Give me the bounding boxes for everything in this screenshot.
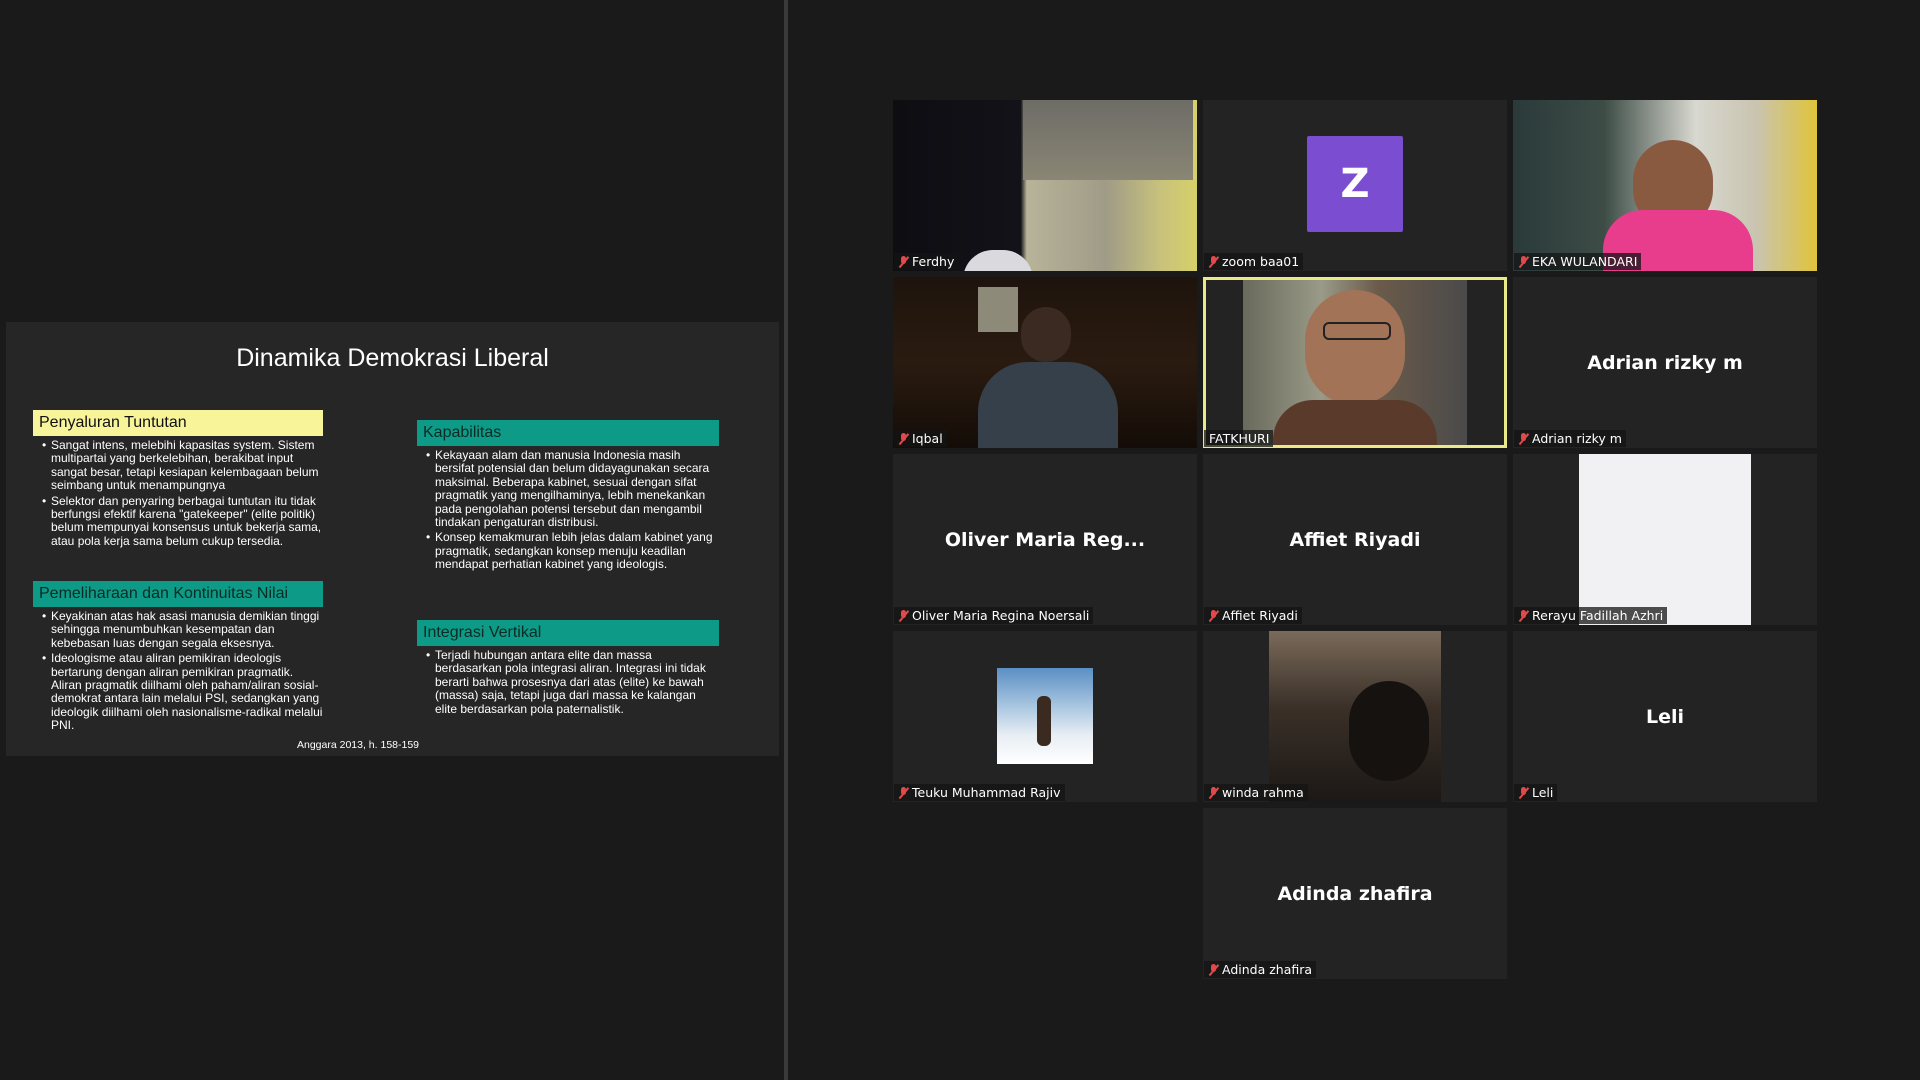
participant-display-name: Adrian rizky m	[1587, 351, 1743, 374]
participant-label: Rerayu Fadillah Azhri	[1514, 607, 1668, 624]
participant-label: Teuku Muhammad Rajiv	[894, 784, 1065, 801]
mic-muted-icon	[1518, 786, 1529, 799]
participant-label: Oliver Maria Regina Noersali	[894, 607, 1094, 624]
shirt-shape	[1273, 400, 1437, 445]
slide-section-pemeliharaan: Pemeliharaan dan Kontinuitas Nilai Keyak…	[33, 581, 323, 735]
participant-tile[interactable]: Adinda zhafira Adinda zhafira	[1203, 808, 1507, 979]
participant-name: Teuku Muhammad Rajiv	[912, 785, 1061, 800]
participant-name: Oliver Maria Regina Noersali	[912, 608, 1090, 623]
mic-muted-icon	[898, 609, 909, 622]
face-shape	[1305, 290, 1405, 405]
shirt-shape	[978, 362, 1118, 448]
bullet: Kekayaan alam dan manusia Indonesia masi…	[426, 448, 719, 529]
mic-muted-icon	[1518, 255, 1529, 268]
participant-label: Leli	[1514, 784, 1558, 801]
section-heading: Pemeliharaan dan Kontinuitas Nilai	[33, 581, 323, 607]
bullet: Keyakinan atas hak asasi manusia demikia…	[42, 609, 323, 650]
participant-name: Ferdhy	[912, 254, 955, 269]
presentation-slide: Dinamika Demokrasi Liberal Penyaluran Tu…	[6, 322, 779, 756]
slide-section-penyaluran: Penyaluran Tuntutan Sangat intens, meleb…	[33, 410, 323, 550]
participant-tile[interactable]: Leli Leli	[1513, 631, 1817, 802]
profile-photo	[997, 668, 1093, 764]
participant-label: FATKHURI	[1204, 430, 1274, 447]
gallery-view: Ferdhy Z zoom baa01 EKA WULANDARI Iqbal …	[788, 0, 1920, 1080]
avatar: Z	[1307, 136, 1403, 232]
participant-label: EKA WULANDARI	[1514, 253, 1642, 270]
mic-muted-icon	[1208, 963, 1219, 976]
bullet: Selektor dan penyaring berbagai tuntutan…	[42, 494, 323, 549]
mic-muted-icon	[1518, 609, 1529, 622]
participant-tile[interactable]: Rerayu Fadillah Azhri	[1513, 454, 1817, 625]
mic-muted-icon	[1208, 786, 1219, 799]
video-feed	[893, 277, 1197, 448]
shoulder-shape	[963, 250, 1033, 271]
participant-tile[interactable]: EKA WULANDARI	[1513, 100, 1817, 271]
participant-name: Affiet Riyadi	[1222, 608, 1298, 623]
participant-name: Rerayu Fadillah Azhri	[1532, 608, 1664, 623]
participant-tile[interactable]: Ferdhy	[893, 100, 1197, 271]
mic-muted-icon	[1208, 609, 1219, 622]
participant-display-name: Oliver Maria Reg...	[944, 528, 1146, 551]
slide-citation: Anggara 2013, h. 158-159	[297, 739, 420, 751]
video-feed	[1579, 454, 1751, 625]
participant-label: Affiet Riyadi	[1204, 607, 1302, 624]
participant-tile[interactable]: Iqbal	[893, 277, 1197, 448]
participant-tile[interactable]: Z zoom baa01	[1203, 100, 1507, 271]
slide-section-integrasi: Integrasi Vertikal Terjadi hubungan anta…	[417, 620, 719, 718]
bullet: Sangat intens, melebihi kapasitas system…	[42, 438, 323, 493]
participant-label: winda rahma	[1204, 784, 1308, 801]
window-shape	[978, 287, 1018, 332]
section-heading: Kapabilitas	[417, 420, 719, 446]
video-feed	[893, 100, 1197, 271]
participant-display-name: Adinda zhafira	[1277, 882, 1433, 905]
participant-display-name: Leli	[1645, 705, 1685, 728]
participant-tile-active-speaker[interactable]: FATKHURI	[1203, 277, 1507, 448]
participant-label: Ferdhy	[894, 253, 959, 270]
video-feed	[1243, 280, 1467, 445]
participant-name: Adrian rizky m	[1532, 431, 1622, 446]
video-feed	[1513, 100, 1817, 271]
participant-label: Adrian rizky m	[1514, 430, 1626, 447]
bullet: Ideologisme atau aliran pemikiran ideolo…	[42, 651, 323, 732]
participant-name: zoom baa01	[1222, 254, 1300, 269]
mic-muted-icon	[898, 255, 909, 268]
participant-label: zoom baa01	[1204, 253, 1304, 270]
glasses-shape	[1323, 322, 1391, 340]
participant-tile[interactable]: Oliver Maria Reg... Oliver Maria Regina …	[893, 454, 1197, 625]
face-shape	[1021, 307, 1071, 362]
participant-display-name: Affiet Riyadi	[1289, 528, 1421, 551]
bullet: Konsep kemakmuran lebih jelas dalam kabi…	[426, 531, 719, 571]
mic-muted-icon	[898, 786, 909, 799]
participant-label: Adinda zhafira	[1204, 961, 1317, 978]
section-heading: Integrasi Vertikal	[417, 620, 719, 646]
slide-title: Dinamika Demokrasi Liberal	[236, 344, 549, 372]
mic-muted-icon	[1518, 432, 1529, 445]
cat-shape	[1349, 681, 1429, 781]
participant-label: Iqbal	[894, 430, 947, 447]
participant-name: Iqbal	[912, 431, 943, 446]
mic-muted-icon	[898, 432, 909, 445]
ceiling-shape	[1023, 100, 1193, 180]
bullet: Terjadi hubungan antara elite dan massa …	[426, 648, 719, 716]
participant-name: Leli	[1532, 785, 1554, 800]
participant-tile[interactable]: Teuku Muhammad Rajiv	[893, 631, 1197, 802]
video-feed	[1269, 631, 1441, 802]
section-heading: Penyaluran Tuntutan	[33, 410, 323, 436]
participant-tile[interactable]: winda rahma	[1203, 631, 1507, 802]
participant-name: EKA WULANDARI	[1532, 254, 1638, 269]
slide-section-kapabilitas: Kapabilitas Kekayaan alam dan manusia In…	[417, 420, 719, 574]
participant-name: winda rahma	[1222, 785, 1304, 800]
mic-muted-icon	[1208, 255, 1219, 268]
shared-screen: Dinamika Demokrasi Liberal Penyaluran Tu…	[0, 0, 784, 1080]
participant-tile[interactable]: Affiet Riyadi Affiet Riyadi	[1203, 454, 1507, 625]
participant-tile[interactable]: Adrian rizky m Adrian rizky m	[1513, 277, 1817, 448]
participant-name: Adinda zhafira	[1222, 962, 1313, 977]
participant-name: FATKHURI	[1209, 431, 1270, 446]
person-shape	[1037, 696, 1051, 746]
